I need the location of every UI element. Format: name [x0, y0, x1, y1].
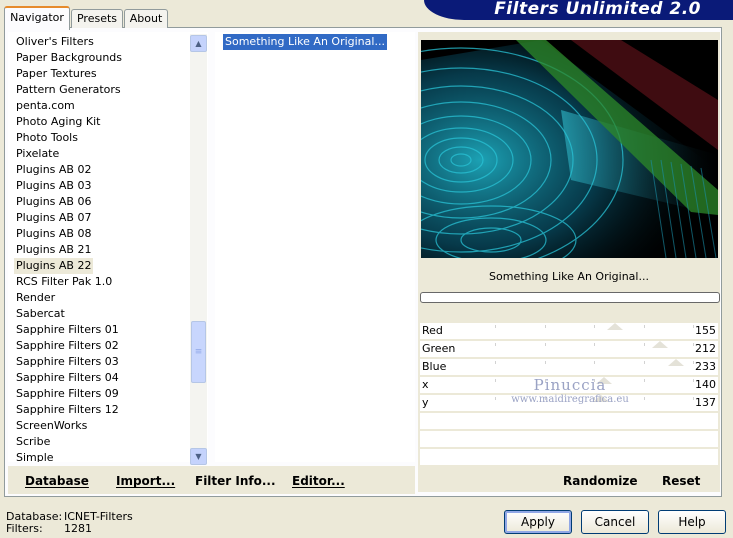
param-row-x[interactable]: x 140: [420, 377, 718, 394]
category-item[interactable]: Photo Tools: [14, 130, 80, 146]
filter-item-selected[interactable]: Something Like An Original...: [223, 34, 387, 50]
app-title-banner: Filters Unlimited 2.0: [424, 0, 733, 20]
filter-preview-image: [421, 40, 718, 258]
apply-button[interactable]: Apply: [504, 510, 572, 534]
scroll-thumb[interactable]: ≡: [191, 321, 206, 383]
param-value: 140: [695, 378, 716, 391]
param-slider-track[interactable]: [495, 377, 694, 393]
category-item[interactable]: ScreenWorks: [14, 418, 89, 434]
param-slider-thumb[interactable]: [651, 341, 668, 348]
category-item[interactable]: Sapphire Filters 09: [14, 386, 121, 402]
category-item[interactable]: Render: [14, 290, 57, 306]
param-row-empty: [420, 431, 718, 447]
category-item[interactable]: Paper Backgrounds: [14, 50, 124, 66]
param-label: Blue: [422, 360, 447, 373]
category-item[interactable]: Sapphire Filters 03: [14, 354, 121, 370]
status-filters-label: Filters:: [6, 522, 43, 535]
tab-presets[interactable]: Presets: [71, 9, 123, 28]
param-label: Green: [422, 342, 456, 355]
category-item[interactable]: Sapphire Filters 04: [14, 370, 121, 386]
scroll-up-button[interactable]: ▲: [190, 35, 207, 52]
param-slider-thumb[interactable]: [607, 323, 624, 330]
param-slider-thumb[interactable]: [593, 395, 610, 402]
param-value: 137: [695, 396, 716, 409]
param-value: 155: [695, 324, 716, 337]
category-item[interactable]: Plugins AB 07: [14, 210, 93, 226]
category-item[interactable]: Sapphire Filters 01: [14, 322, 121, 338]
param-row-y[interactable]: y 137: [420, 395, 718, 412]
category-item[interactable]: penta.com: [14, 98, 77, 114]
category-item[interactable]: Plugins AB 08: [14, 226, 93, 242]
reset-button[interactable]: Reset: [662, 474, 700, 488]
scroll-down-button[interactable]: ▼: [190, 448, 207, 465]
category-item[interactable]: Plugins AB 22: [14, 258, 94, 274]
param-row-empty: [420, 449, 718, 465]
category-item[interactable]: RCS Filter Pak 1.0: [14, 274, 114, 290]
category-list[interactable]: Oliver's Filters Paper Backgrounds Paper T…: [8, 32, 208, 462]
preview-art: [421, 40, 718, 258]
param-label: Red: [422, 324, 443, 337]
param-row-green[interactable]: Green 212: [420, 341, 718, 358]
param-value: 212: [695, 342, 716, 355]
category-item[interactable]: Plugins AB 02: [14, 162, 93, 178]
preview-filter-name: Something Like An Original...: [489, 270, 649, 283]
progress-bar: [420, 292, 720, 303]
category-item[interactable]: Pattern Generators: [14, 82, 123, 98]
tab-about[interactable]: About: [124, 9, 168, 28]
help-button[interactable]: Help: [658, 510, 726, 534]
import-button[interactable]: Import...: [116, 474, 175, 488]
database-button[interactable]: Database: [25, 474, 89, 488]
param-label: x: [422, 378, 429, 391]
category-item[interactable]: Oliver's Filters: [14, 34, 96, 50]
category-item[interactable]: Plugins AB 21: [14, 242, 93, 258]
status-filters: Filters: 1281: [6, 522, 92, 535]
category-list-scrollbar[interactable]: ▲ ≡ ▼: [190, 34, 207, 465]
param-row-empty: [420, 413, 718, 429]
category-item[interactable]: Simple: [14, 450, 56, 462]
filter-list[interactable]: Something Like An Original...: [215, 32, 415, 462]
randomize-button[interactable]: Randomize: [563, 474, 637, 488]
param-slider-track[interactable]: [495, 323, 694, 339]
filter-info-button[interactable]: Filter Info...: [195, 474, 276, 488]
param-slider-thumb[interactable]: [595, 377, 612, 384]
category-item[interactable]: Sabercat: [14, 306, 67, 322]
param-value: 233: [695, 360, 716, 373]
category-item[interactable]: Scribe: [14, 434, 52, 450]
param-slider-thumb[interactable]: [667, 359, 684, 366]
cancel-button[interactable]: Cancel: [581, 510, 649, 534]
param-slider-track[interactable]: [495, 359, 694, 375]
category-item[interactable]: Photo Aging Kit: [14, 114, 102, 130]
param-row-red[interactable]: Red 155: [420, 323, 718, 340]
category-item[interactable]: Plugins AB 03: [14, 178, 93, 194]
category-item[interactable]: Plugins AB 06: [14, 194, 93, 210]
category-item[interactable]: Sapphire Filters 12: [14, 402, 121, 418]
param-label: y: [422, 396, 429, 409]
tab-navigator[interactable]: Navigator: [4, 6, 70, 30]
category-item[interactable]: Pixelate: [14, 146, 61, 162]
param-slider-track[interactable]: [495, 395, 694, 411]
param-slider-track[interactable]: [495, 341, 694, 357]
category-item[interactable]: Paper Textures: [14, 66, 99, 82]
editor-button[interactable]: Editor...: [292, 474, 345, 488]
param-row-blue[interactable]: Blue 233: [420, 359, 718, 376]
status-filters-value: 1281: [64, 522, 92, 535]
category-item[interactable]: Sapphire Filters 02: [14, 338, 121, 354]
